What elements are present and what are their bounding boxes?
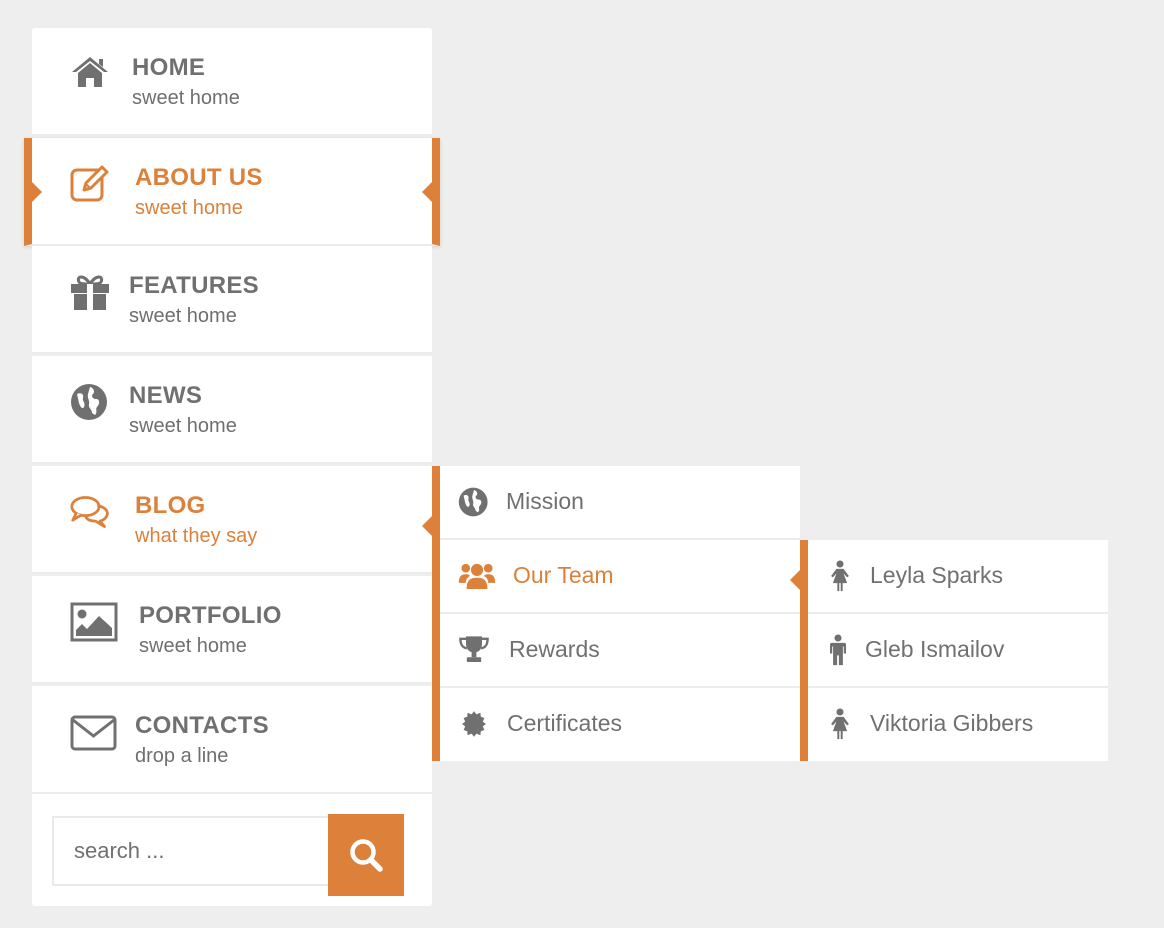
active-marker-left — [32, 182, 42, 202]
menu-item-subtitle: what they say — [135, 525, 258, 547]
submenu-item-mission[interactable]: Mission — [440, 466, 800, 540]
menu-item-home[interactable]: HOME sweet home — [32, 28, 432, 136]
menu-item-about-us[interactable]: ABOUT US sweet home — [24, 138, 440, 246]
certificate-icon — [462, 711, 486, 737]
gift-icon — [71, 275, 109, 310]
image-icon — [70, 602, 118, 642]
female-icon — [831, 708, 849, 740]
submenu-item-our-team[interactable]: Our Team — [440, 540, 800, 614]
menu-item-subtitle: sweet home — [132, 87, 240, 109]
team-submenu-pointer — [790, 570, 800, 590]
team-member-name: Gleb Ismailov — [865, 636, 1005, 662]
menu-item-portfolio[interactable]: PORTFOLIO sweet home — [32, 576, 432, 684]
menu-item-title: FEATURES — [129, 272, 259, 299]
group-icon — [458, 563, 496, 589]
globe-icon — [71, 384, 107, 420]
comments-icon — [70, 496, 109, 528]
blog-submenu: Mission Our Team Rewards Certificates — [432, 466, 800, 761]
menu-item-contacts[interactable]: CONTACTS drop a line — [32, 686, 432, 794]
male-icon — [830, 634, 846, 666]
team-member-viktoria-gibbers[interactable]: Viktoria Gibbers — [808, 688, 1108, 762]
menu-item-news[interactable]: NEWS sweet home — [32, 356, 432, 464]
trophy-icon — [459, 636, 489, 662]
menu-item-title: ABOUT US — [135, 164, 263, 191]
active-marker-right — [422, 182, 432, 202]
submenu-pointer — [422, 516, 432, 536]
team-member-name: Viktoria Gibbers — [870, 710, 1034, 736]
menu-item-subtitle: sweet home — [129, 305, 237, 327]
globe-icon — [458, 487, 488, 517]
submenu-item-rewards[interactable]: Rewards — [440, 614, 800, 688]
menu-item-subtitle: sweet home — [129, 415, 237, 437]
female-icon — [831, 560, 849, 592]
edit-icon — [70, 165, 109, 202]
menu-item-subtitle: drop a line — [135, 745, 229, 767]
menu-item-blog[interactable]: BLOG what they say — [32, 466, 432, 574]
team-submenu: Leyla Sparks Gleb Ismailov Viktoria Gibb… — [800, 540, 1108, 761]
team-member-gleb-ismailov[interactable]: Gleb Ismailov — [808, 614, 1108, 688]
envelope-icon — [70, 715, 117, 751]
search-button[interactable] — [328, 814, 404, 896]
menu-item-title: PORTFOLIO — [139, 602, 282, 629]
submenu-item-label: Our Team — [513, 562, 614, 588]
submenu-item-label: Rewards — [509, 636, 600, 662]
menu-item-subtitle: sweet home — [135, 197, 243, 219]
menu-item-subtitle: sweet home — [139, 635, 247, 657]
submenu-item-certificates[interactable]: Certificates — [440, 688, 800, 762]
submenu-item-label: Certificates — [507, 710, 623, 736]
submenu-item-label: Mission — [506, 488, 584, 514]
team-member-name: Leyla Sparks — [870, 562, 1003, 588]
team-member-leyla-sparks[interactable]: Leyla Sparks — [808, 540, 1108, 614]
menu-item-title: CONTACTS — [135, 712, 269, 739]
home-icon — [72, 57, 108, 87]
search-bar — [32, 794, 432, 906]
menu-item-title: HOME — [132, 54, 206, 81]
search-icon — [350, 839, 383, 872]
search-input[interactable] — [52, 816, 328, 886]
menu-item-title: NEWS — [129, 382, 203, 409]
menu-item-title: BLOG — [135, 492, 206, 519]
menu-item-features[interactable]: FEATURES sweet home — [32, 246, 432, 354]
